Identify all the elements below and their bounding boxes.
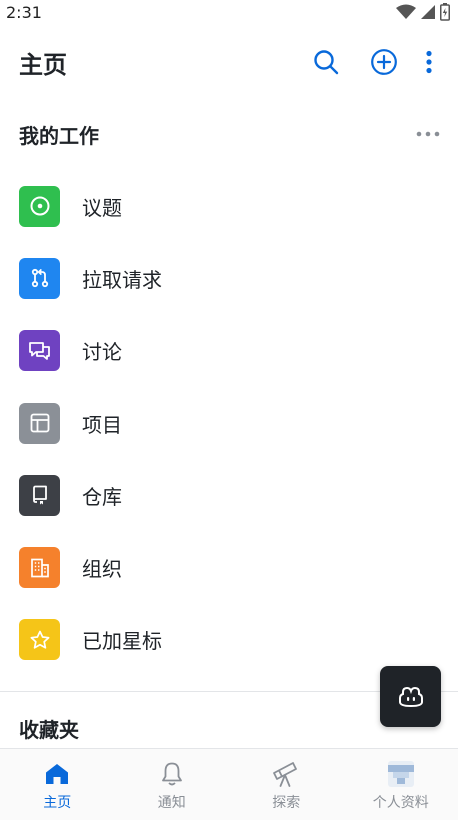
- project-icon: [30, 413, 49, 433]
- kebab-menu-icon: [426, 50, 432, 74]
- plus-circle-icon: [371, 49, 397, 75]
- star-icon: [30, 630, 49, 649]
- search-button[interactable]: [306, 42, 346, 82]
- work-item-label: 讨论: [82, 340, 122, 365]
- status-bar: 2:31: [0, 0, 458, 24]
- nav-explore[interactable]: 探索: [229, 749, 344, 820]
- nav-label: 通知: [157, 795, 186, 811]
- work-item-organizations[interactable]: 组织: [0, 531, 458, 603]
- nav-label: 探索: [272, 795, 301, 811]
- work-item-discussions[interactable]: 讨论: [0, 315, 458, 387]
- copilot-button[interactable]: [380, 666, 441, 727]
- overflow-menu-button[interactable]: [418, 42, 440, 82]
- nav-icon-wrap: [157, 759, 187, 789]
- my-work-header: 我的工作: [0, 120, 458, 148]
- nav-label: 主页: [43, 795, 72, 811]
- create-button[interactable]: [364, 42, 404, 82]
- app-bar: 主页: [0, 36, 458, 88]
- page-title: 主页: [19, 50, 67, 79]
- nav-profile[interactable]: 个人资料: [344, 749, 458, 820]
- work-item-label: 项目: [82, 412, 122, 437]
- work-item-projects[interactable]: 项目: [0, 387, 458, 459]
- nav-icon-wrap: [271, 759, 301, 789]
- nav-notifications[interactable]: 通知: [115, 749, 230, 820]
- work-item-label: 议题: [82, 195, 122, 220]
- avatar-icon: [387, 761, 414, 787]
- work-item-label: 已加星标: [82, 629, 162, 654]
- home-icon: [46, 764, 69, 784]
- battery-icon: [440, 3, 450, 21]
- nav-label: 个人资料: [372, 795, 429, 811]
- discussion-icon: [28, 341, 50, 360]
- my-work-more-button[interactable]: [414, 124, 442, 144]
- search-icon: [314, 50, 339, 75]
- work-item-repositories[interactable]: 仓库: [0, 459, 458, 531]
- bell-icon: [161, 762, 182, 786]
- nav-icon-wrap: [42, 759, 72, 789]
- work-item-label: 仓库: [82, 484, 122, 509]
- bottom-navigation: 主页 通知 探索 个人资料: [0, 748, 458, 820]
- favorites-title: 收藏夹: [19, 717, 79, 742]
- work-item-pull-requests[interactable]: 拉取请求: [0, 242, 458, 314]
- status-time: 2:31: [6, 2, 42, 22]
- signal-icon: [421, 5, 435, 19]
- pull-request-icon: [31, 269, 48, 288]
- work-item-issues[interactable]: 议题: [0, 170, 458, 242]
- work-item-label: 组织: [82, 557, 122, 582]
- repositories-tile: [19, 474, 60, 516]
- nav-home[interactable]: 主页: [0, 749, 115, 820]
- issue-icon: [30, 196, 49, 216]
- organization-icon: [30, 558, 49, 577]
- ellipsis-icon: [416, 131, 440, 137]
- nav-icon-wrap: [386, 759, 416, 789]
- starred-tile: [19, 619, 60, 661]
- my-work-list: 议题 拉取请求 讨论 项目 仓库 组织 已加星标: [0, 170, 458, 676]
- telescope-icon: [273, 762, 298, 787]
- issues-tile: [19, 185, 60, 227]
- my-work-title: 我的工作: [19, 123, 99, 148]
- pull-requests-tile: [19, 257, 60, 299]
- projects-tile: [19, 402, 60, 444]
- work-item-label: 拉取请求: [82, 267, 162, 292]
- organizations-tile: [19, 547, 60, 589]
- wifi-icon: [396, 4, 416, 19]
- repository-icon: [32, 485, 47, 505]
- status-icons: [396, 3, 450, 21]
- copilot-icon: [398, 686, 423, 707]
- discussions-tile: [19, 330, 60, 372]
